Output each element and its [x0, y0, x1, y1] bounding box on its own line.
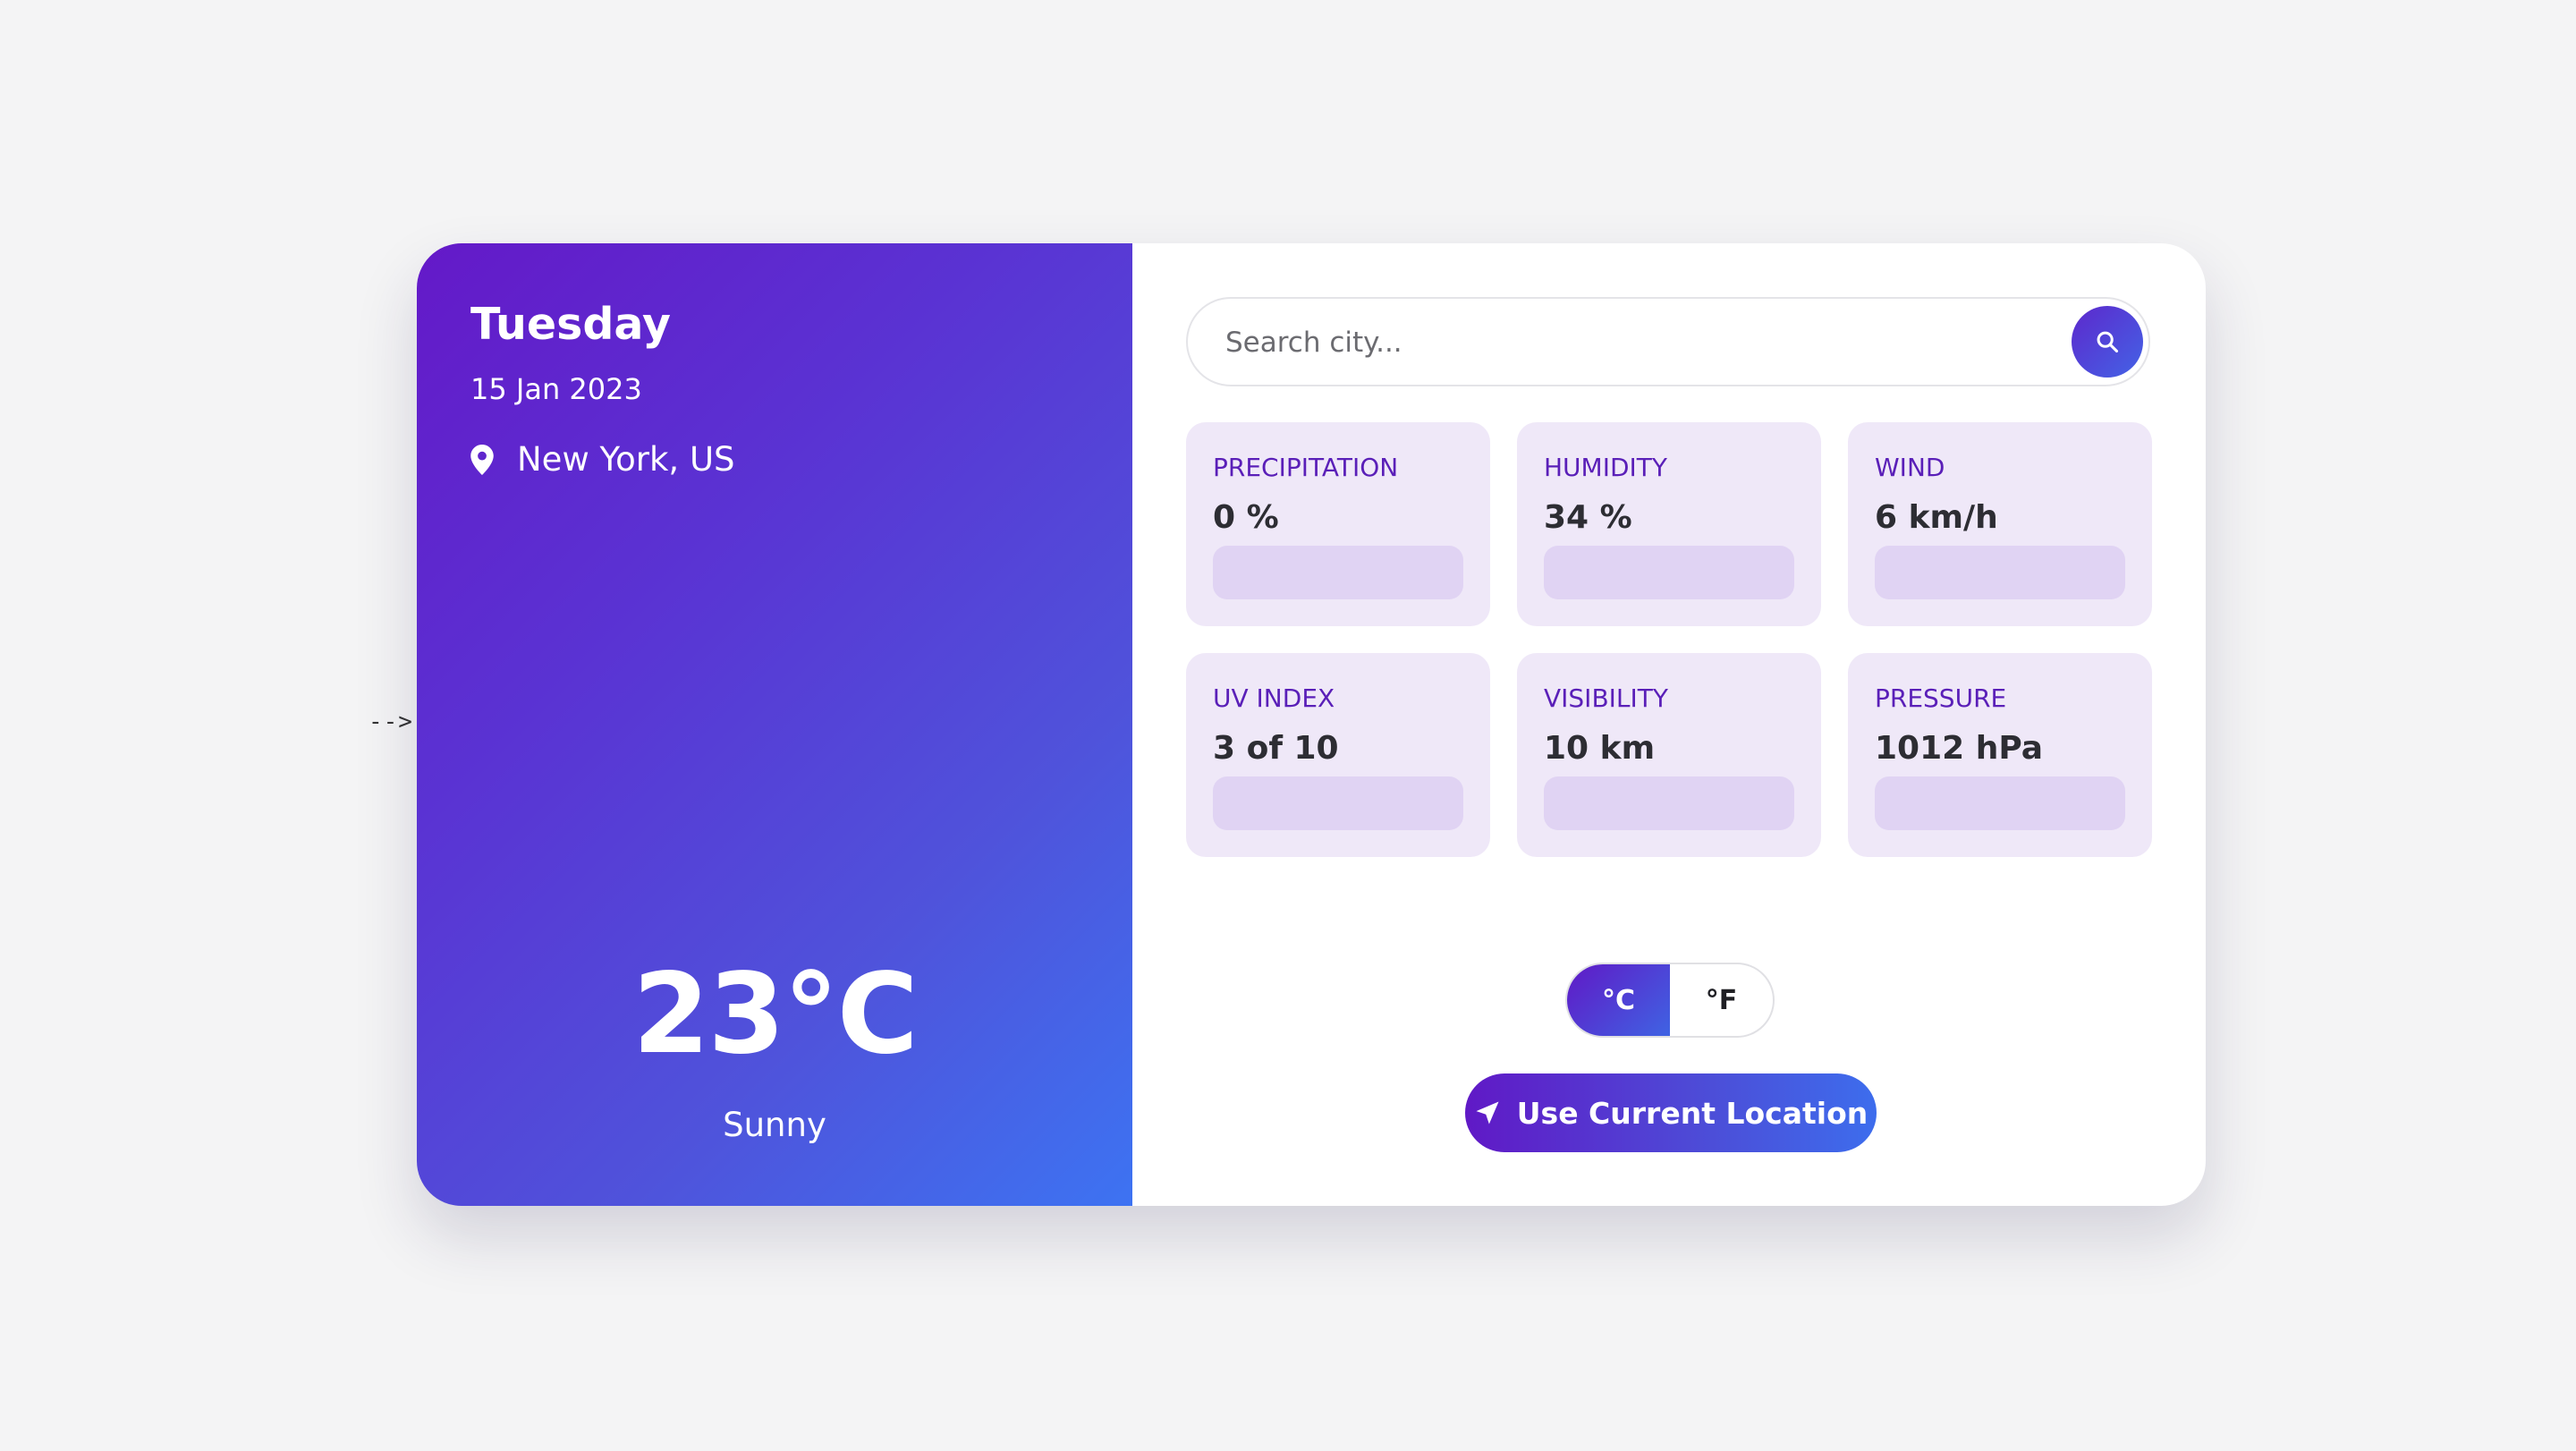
use-current-location-label: Use Current Location	[1516, 1095, 1868, 1131]
stat-card-humidity: HUMIDITY 34 %	[1517, 422, 1821, 626]
search-button[interactable]	[2072, 306, 2143, 378]
use-current-location-button[interactable]: Use Current Location	[1465, 1073, 1877, 1152]
stat-value: 34 %	[1544, 499, 1632, 536]
location: New York, US	[470, 440, 735, 479]
navigation-arrow-icon	[1476, 1101, 1499, 1124]
stat-label: PRECIPITATION	[1213, 453, 1399, 482]
stat-label: HUMIDITY	[1544, 453, 1667, 482]
stat-bar	[1875, 546, 2125, 599]
fahrenheit-button[interactable]: °F	[1670, 964, 1773, 1036]
stat-value: 0 %	[1213, 499, 1279, 536]
stat-bar	[1213, 776, 1463, 830]
weather-condition: Sunny	[723, 1106, 826, 1144]
search-bar	[1186, 297, 2150, 386]
temperature: 23°C	[632, 950, 919, 1079]
stat-bar	[1544, 546, 1794, 599]
stat-card-pressure: PRESSURE 1012 hPa	[1848, 653, 2152, 857]
stat-bar	[1875, 776, 2125, 830]
stat-card-uv-index: UV INDEX 3 of 10	[1186, 653, 1490, 857]
day-name: Tuesday	[470, 299, 671, 350]
stray-comment-text: -->	[369, 709, 413, 735]
map-pin-icon	[470, 444, 494, 475]
stat-value: 10 km	[1544, 730, 1656, 767]
stats-grid: PRECIPITATION 0 % HUMIDITY 34 % WIND 6 k…	[1186, 422, 2152, 857]
date-text: 15 Jan 2023	[470, 372, 642, 406]
details-panel: PRECIPITATION 0 % HUMIDITY 34 % WIND 6 k…	[1132, 243, 2206, 1206]
search-input[interactable]	[1224, 299, 2032, 386]
stat-label: VISIBILITY	[1544, 683, 1668, 713]
current-weather-panel: Tuesday 15 Jan 2023 New York, US 23°C Su…	[417, 243, 1132, 1206]
weather-card: Tuesday 15 Jan 2023 New York, US 23°C Su…	[417, 243, 2206, 1206]
stat-card-wind: WIND 6 km/h	[1848, 422, 2152, 626]
stat-value: 6 km/h	[1875, 499, 1998, 536]
stat-label: PRESSURE	[1875, 683, 2007, 713]
stat-card-visibility: VISIBILITY 10 km	[1517, 653, 1821, 857]
stat-label: UV INDEX	[1213, 683, 1335, 713]
stat-value: 3 of 10	[1213, 730, 1339, 767]
stat-bar	[1213, 546, 1463, 599]
stat-value: 1012 hPa	[1875, 730, 2044, 767]
celsius-button[interactable]: °C	[1567, 964, 1670, 1036]
location-text: New York, US	[517, 440, 735, 479]
unit-toggle: °C °F	[1565, 963, 1775, 1038]
search-icon	[2097, 331, 2119, 353]
stat-bar	[1544, 776, 1794, 830]
stat-card-precipitation: PRECIPITATION 0 %	[1186, 422, 1490, 626]
stat-label: WIND	[1875, 453, 1945, 482]
